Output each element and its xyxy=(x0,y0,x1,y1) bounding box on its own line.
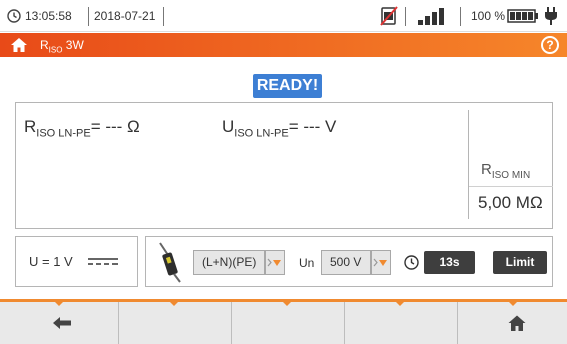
status-time: 13:05:58 xyxy=(25,9,72,23)
status-divider xyxy=(405,7,406,26)
uiso-reading: UISO LN-PE= --- V xyxy=(222,117,337,140)
notch-marker xyxy=(283,302,291,306)
status-divider xyxy=(163,7,164,26)
bottom-divider xyxy=(344,302,345,344)
back-arrow-icon[interactable] xyxy=(52,316,72,330)
bottom-divider xyxy=(457,302,458,344)
time-button[interactable]: 13s xyxy=(424,251,475,274)
clock-icon xyxy=(404,255,419,270)
help-button[interactable]: ? xyxy=(541,36,559,54)
limit-button[interactable]: Limit xyxy=(493,251,547,274)
riso-min-label: RISO MIN xyxy=(481,161,531,181)
riso-min-value: 5,00 MΩ xyxy=(478,193,543,212)
home-icon[interactable] xyxy=(10,36,28,54)
voltage-label: U = 1 V xyxy=(29,254,73,269)
bottom-divider xyxy=(118,302,119,344)
un-voltage-select[interactable]: 500 V xyxy=(321,250,371,275)
panel-divider xyxy=(468,110,469,219)
clock-icon xyxy=(7,9,21,23)
no-sim-icon xyxy=(380,6,398,26)
notch-marker xyxy=(55,302,63,306)
status-bar: 13:05:58 2018-07-21 100 % xyxy=(0,0,567,32)
battery-icon xyxy=(507,9,538,23)
riso-reading: RISO LN-PE= --- Ω xyxy=(24,117,140,140)
riso-min-divider xyxy=(469,186,553,187)
status-divider xyxy=(460,7,461,26)
chevron-down-icon[interactable] xyxy=(265,250,285,275)
notch-marker xyxy=(170,302,178,306)
connection-select[interactable]: (L+N)(PE) xyxy=(193,250,265,275)
status-date: 2018-07-21 xyxy=(94,9,156,23)
page-title: RISO 3W xyxy=(40,38,84,55)
status-divider xyxy=(88,7,89,26)
title-bar: RISO 3W ? xyxy=(0,33,567,57)
probe-icon xyxy=(159,242,181,283)
home-icon[interactable] xyxy=(508,314,526,332)
dc-symbol-icon xyxy=(88,258,118,265)
battery-percent: 100 % xyxy=(471,9,506,23)
notch-marker xyxy=(396,302,404,306)
status-badge: READY! xyxy=(253,74,322,98)
signal-bars-icon xyxy=(418,8,444,25)
un-label: Un xyxy=(299,256,315,270)
chevron-down-icon[interactable] xyxy=(371,250,391,275)
notch-marker xyxy=(509,302,517,306)
power-plug-icon xyxy=(545,7,557,25)
bottom-divider xyxy=(231,302,232,344)
